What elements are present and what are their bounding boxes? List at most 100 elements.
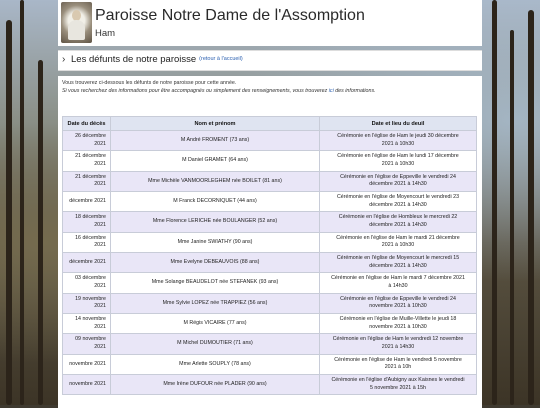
table-row: décembre 2021 M Franck DECORNIQUET (44 an… (62, 191, 477, 213)
death-date-line1: novembre 2021 (69, 380, 106, 387)
deceased-name-cell: Mme Arlette SOUPLY (78 ans) (110, 353, 320, 376)
ceremony-cell: Cérémonie en l'église de Ham le vendredi… (319, 333, 477, 355)
main-content: Vous trouverez ci-dessous les défunts de… (58, 76, 482, 408)
table-row: 26 décembre 2021 M André FROMENT (73 ans) C… (62, 129, 477, 152)
deceased-name-cell: Mme Florence LERICHE née BOULANGER (52 a… (110, 211, 320, 233)
death-date-cell: décembre 2021 (62, 191, 111, 213)
deceased-name-cell: M Daniel GRAMET (64 ans) (110, 150, 320, 172)
chevron-right-icon: › (62, 54, 66, 65)
ceremony-line2: à 14h30 (388, 283, 408, 290)
table-row: novembre 2021 Mme Irène DUFOUR née PLADER… (62, 374, 477, 396)
ceremony-cell: Cérémonie en l'église de Eppeville le ve… (319, 170, 477, 193)
deceased-name-cell: Mme Solange BEAUDELOT née STEFANEK (93 a… (110, 272, 320, 294)
ceremony-line2: 2021 à 10h (384, 364, 412, 371)
ceremony-line1: Cérémonie en l'église de Muille-Villette… (339, 316, 457, 323)
parish-logo[interactable] (61, 2, 92, 43)
death-date-cell: novembre 2021 (62, 374, 111, 396)
ceremony-cell: Cérémonie en l'église de Eppeville le ve… (319, 292, 477, 315)
logo-robe (68, 20, 85, 40)
table-row: 21 décembre 2021 M Daniel GRAMET (64 ans) C… (62, 150, 477, 172)
table-row: 21 décembre 2021 Mme Michèle VANMOORLEGHEM… (62, 170, 477, 193)
death-date-line1: 16 décembre (75, 234, 106, 241)
ceremony-cell: Cérémonie en l'église de Ham le vendredi… (319, 353, 477, 376)
section-header: › Les défunts de notre paroisse (retour à… (58, 50, 482, 71)
table-row: 19 novembre 2021 Mme Sylvie LOPEZ née TRAP… (62, 292, 477, 315)
ceremony-cell: Cérémonie en l'église de Moyencourt le v… (319, 191, 477, 213)
death-date-line2: 2021 (94, 303, 106, 310)
death-date-cell: 26 décembre 2021 (62, 129, 111, 152)
column-header-place: Date et lieu du deuil (319, 116, 477, 131)
deceased-name-cell: Mme Sylvie LOPEZ née TRAPPIEZ (56 ans) (110, 292, 320, 315)
ceremony-line2: décembre 2021 à 14h30 (369, 262, 427, 269)
background-tree (510, 30, 514, 405)
column-header-name: Nom et prénom (110, 116, 320, 131)
ceremony-line2: novembre 2021 à 10h30 (369, 303, 427, 310)
death-date-cell: 03 décembre 2021 (62, 272, 111, 294)
death-date-line1: 14 novembre (75, 316, 106, 323)
death-date-cell: 21 décembre 2021 (62, 170, 111, 193)
death-date-line1: 09 novembre (75, 336, 106, 343)
intro-text: Vous trouverez ci-dessous les défunts de… (62, 80, 237, 86)
deceased-table: Date du décès Nom et prénom Date et lieu… (62, 116, 477, 396)
intro-help-before: Si vous recherchez des informations pour… (62, 88, 329, 94)
deceased-name-cell: M Franck DECORNIQUET (44 ans) (110, 191, 320, 213)
intro-help-after: des informations. (333, 88, 376, 94)
background-tree (528, 10, 534, 405)
ceremony-cell: Cérémonie en l'église de Hombleux le mer… (319, 211, 477, 233)
ceremony-cell: Cérémonie en l'église de Ham le mardi 21… (319, 231, 477, 254)
ceremony-cell: Cérémonie en l'église de Ham le jeudi 30… (319, 129, 477, 152)
ceremony-line2: 5 novembre 2021 à 15h (370, 384, 426, 391)
ceremony-line2: décembre 2021 à 14h30 (369, 201, 427, 208)
page-container: Paroisse Notre Dame de l'Assomption Ham … (58, 0, 482, 408)
deceased-name-cell: M Régis VICAIRE (77 ans) (110, 313, 320, 335)
back-home-link[interactable]: (retour à l'accueil) (199, 56, 243, 62)
ceremony-line2: décembre 2021 à 14h30 (369, 181, 427, 188)
ceremony-line1: Cérémonie en l'église de Ham le jeudi 30… (337, 133, 459, 139)
table-header-row: Date du décès Nom et prénom Date et lieu… (62, 116, 477, 131)
death-date-line1: novembre 2021 (69, 360, 106, 367)
death-date-cell: 14 novembre 2021 (62, 313, 111, 335)
death-date-line1: décembre 2021 (69, 258, 106, 265)
background-tree (492, 0, 497, 405)
death-date-line1: 21 décembre (75, 153, 106, 160)
ceremony-cell: Cérémonie en l'église de Ham le mardi 7 … (319, 272, 477, 294)
death-date-line2: 2021 (94, 283, 106, 290)
death-date-line2: 2021 (94, 161, 106, 168)
ceremony-line1: Cérémonie en l'église de Hombleux le mer… (338, 214, 458, 221)
ceremony-line1: Cérémonie en l'église de Ham le mardi 7 … (331, 275, 465, 282)
ceremony-line2: 2021 à 10h30 (381, 242, 415, 249)
ceremony-line1: Cérémonie en l'église d'Aubigny aux Kais… (331, 377, 465, 384)
death-date-cell: 16 décembre 2021 (62, 231, 111, 254)
death-date-line1: 19 novembre (75, 295, 106, 302)
background-tree (38, 60, 43, 405)
death-date-line1: 21 décembre (75, 173, 106, 180)
deceased-name-cell: Mme Janine SWIATHY (90 ans) (110, 231, 320, 254)
intro-help-text: Si vous recherchez des informations pour… (62, 88, 376, 94)
ceremony-line2: 2021 à 14h30 (381, 344, 415, 351)
ceremony-line1: Cérémonie en l'église de Moyencourt le v… (336, 194, 460, 201)
table-row: 03 décembre 2021 Mme Solange BEAUDELOT née… (62, 272, 477, 294)
deceased-name-cell: M Michel DUMOUTIER (71 ans) (110, 333, 320, 355)
ceremony-cell: Cérémonie en l'église de Ham le lundi 17… (319, 150, 477, 172)
death-date-line1: décembre 2021 (69, 197, 106, 204)
column-header-date: Date du décès (62, 116, 111, 131)
deceased-name-cell: Mme Irène DUFOUR née PLADER (90 ans) (110, 374, 320, 396)
death-date-cell: 09 novembre 2021 (62, 333, 111, 355)
death-date-line2: 2021 (94, 222, 106, 229)
death-date-line1: 18 décembre (75, 214, 106, 221)
table-row: 16 décembre 2021 Mme Janine SWIATHY (90 an… (62, 231, 477, 254)
death-date-line1: 26 décembre (75, 133, 106, 139)
death-date-line2: 2021 (94, 140, 106, 147)
deceased-name-cell: Mme Michèle VANMOORLEGHEM née BOILET (81… (110, 170, 320, 193)
site-header: Paroisse Notre Dame de l'Assomption Ham (58, 0, 482, 46)
ceremony-line1: Cérémonie en l'église de Eppeville le ve… (340, 173, 456, 180)
site-title[interactable]: Paroisse Notre Dame de l'Assomption (95, 7, 365, 25)
site-subtitle: Ham (95, 28, 116, 39)
death-date-cell: novembre 2021 (62, 353, 111, 376)
death-date-line1: 03 décembre (75, 275, 106, 282)
ceremony-line1: Cérémonie en l'église de Ham le vendredi… (332, 336, 464, 343)
ceremony-cell: Cérémonie en l'église de Muille-Villette… (319, 313, 477, 335)
deceased-name-cell: M André FROMENT (73 ans) (110, 129, 320, 152)
ceremony-cell: Cérémonie en l'église d'Aubigny aux Kais… (319, 374, 477, 396)
ceremony-line2: 2021 à 10h30 (381, 140, 415, 147)
